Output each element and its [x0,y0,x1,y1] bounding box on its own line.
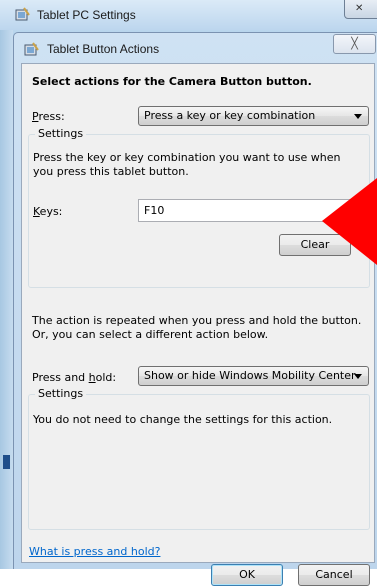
dialog-client-area: Select actions for the Camera Button but… [21,63,375,586]
dialog-title: Tablet Button Actions [47,42,160,56]
press-and-hold-settings-group: Settings You do not need to change the s… [28,387,370,530]
outer-titlebar[interactable]: Tablet PC Settings ✕ [0,0,377,30]
close-icon: ✕ [355,3,364,14]
press-label-rest: ress: [38,110,65,123]
press-and-hold-settings-title: Settings [35,387,87,400]
tablet-pc-settings-window: Tablet PC Settings ✕ Tablet Button Actio… [0,0,377,586]
outer-close-button[interactable]: ✕ [344,0,377,19]
what-is-press-and-hold-link[interactable]: What is press and hold? [29,545,160,558]
repeat-note: The action is repeated when you press an… [32,314,362,341]
press-and-hold-label-hotkey: h [88,371,96,384]
tablet-button-actions-dialog: Tablet Button Actions ╳ Select actions f… [13,32,377,586]
press-and-hold-selected: Show or hide Windows Mobility Center [144,369,356,382]
keys-label: Keys: [33,205,62,218]
outer-window-frame [0,30,13,569]
press-and-hold-settings-description: You do not need to change the settings f… [33,413,333,426]
chevron-down-icon [354,114,362,119]
close-icon: ╳ [351,37,358,50]
press-action-dropdown[interactable]: Press a key or key combination [138,106,369,126]
press-and-hold-label-prefix: Press and [32,371,89,384]
cancel-button[interactable]: Cancel [298,564,370,586]
tablet-pc-icon [24,42,39,56]
keys-label-hotkey: K [33,205,40,218]
ok-button[interactable]: OK [211,564,283,586]
press-settings-description: Press the key or key combination you wan… [33,151,341,178]
frame-notch [3,455,10,469]
press-and-hold-label: Press and hold: [32,371,116,384]
outer-window-title: Tablet PC Settings [37,8,136,22]
press-settings-group: Settings Press the key or key combinatio… [28,127,370,288]
dialog-close-button[interactable]: ╳ [333,34,376,54]
press-action-selected: Press a key or key combination [144,109,316,122]
press-and-hold-label-suffix: old: [95,371,117,384]
press-and-hold-action-dropdown[interactable]: Show or hide Windows Mobility Center [138,366,369,386]
press-label: Press: [32,110,65,123]
press-settings-title: Settings [35,127,87,140]
annotation-arrow-icon [322,178,377,265]
chevron-down-icon [354,374,362,379]
tablet-pc-icon [15,7,30,21]
keys-label-rest: eys: [39,205,63,218]
dialog-heading: Select actions for the Camera Button but… [32,75,312,88]
